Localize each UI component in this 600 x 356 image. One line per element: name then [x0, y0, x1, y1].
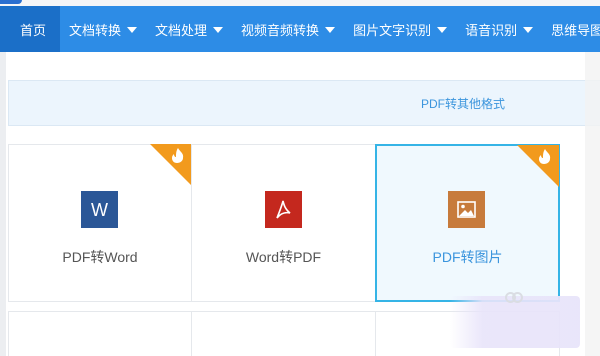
nav-item-label: 文档处理: [155, 22, 208, 38]
right-shadow-strip: [585, 52, 600, 356]
nav-item-image-ocr[interactable]: 图片文字识别: [344, 6, 456, 52]
nav-item-label: 图片文字识别: [353, 22, 432, 38]
caret-down-icon: [325, 27, 336, 33]
svg-text:W: W: [91, 200, 108, 220]
nav-item-label: 语音识别: [465, 22, 518, 38]
caret-down-icon: [127, 27, 138, 33]
nav-item-mindmap[interactable]: 思维导图: [542, 6, 600, 52]
tool-label: PDF转Word: [62, 249, 138, 265]
left-page-strip: [0, 52, 6, 356]
nav-item-video-audio[interactable]: 视频音频转换: [232, 6, 344, 52]
logo-fragment: [0, 0, 22, 4]
image-icon: [448, 191, 485, 228]
format-category-bar: PDF转其他格式: [8, 80, 600, 126]
tool-card-pdf-to-word[interactable]: W PDF转Word: [8, 144, 192, 302]
tool-card-row2-2[interactable]: [191, 311, 376, 356]
word-icon: W: [81, 191, 118, 228]
nav-item-doc-convert[interactable]: 文档转换: [60, 6, 146, 52]
hot-fire-icon: [150, 144, 192, 186]
overlay-artifact: [450, 296, 580, 348]
ring-icon: [512, 292, 523, 303]
caret-down-icon: [437, 27, 448, 33]
main-navbar: 首页 文档转换 文档处理 视频音频转换 图片文字识别 语音识别 思维导图: [0, 6, 600, 52]
hot-fire-icon: [517, 145, 559, 187]
tool-card-row2-1[interactable]: [8, 311, 192, 356]
nav-item-speech[interactable]: 语音识别: [456, 6, 542, 52]
caret-down-icon: [523, 27, 534, 33]
nav-item-label: 思维导图: [551, 22, 600, 38]
nav-item-home[interactable]: 首页: [0, 6, 61, 52]
caret-down-icon: [213, 27, 224, 33]
tool-label: PDF转图片: [432, 249, 503, 265]
format-category-label[interactable]: PDF转其他格式: [421, 95, 505, 112]
tool-label: Word转PDF: [245, 249, 322, 265]
pdf-icon: [265, 191, 302, 228]
nav-item-doc-process[interactable]: 文档处理: [146, 6, 232, 52]
tool-card-pdf-to-image[interactable]: PDF转图片: [375, 144, 560, 302]
nav-item-label: 首页: [20, 22, 47, 38]
nav-item-label: 视频音频转换: [241, 22, 320, 38]
nav-item-label: 文档转换: [69, 22, 122, 38]
tool-card-word-to-pdf[interactable]: Word转PDF: [191, 144, 376, 302]
